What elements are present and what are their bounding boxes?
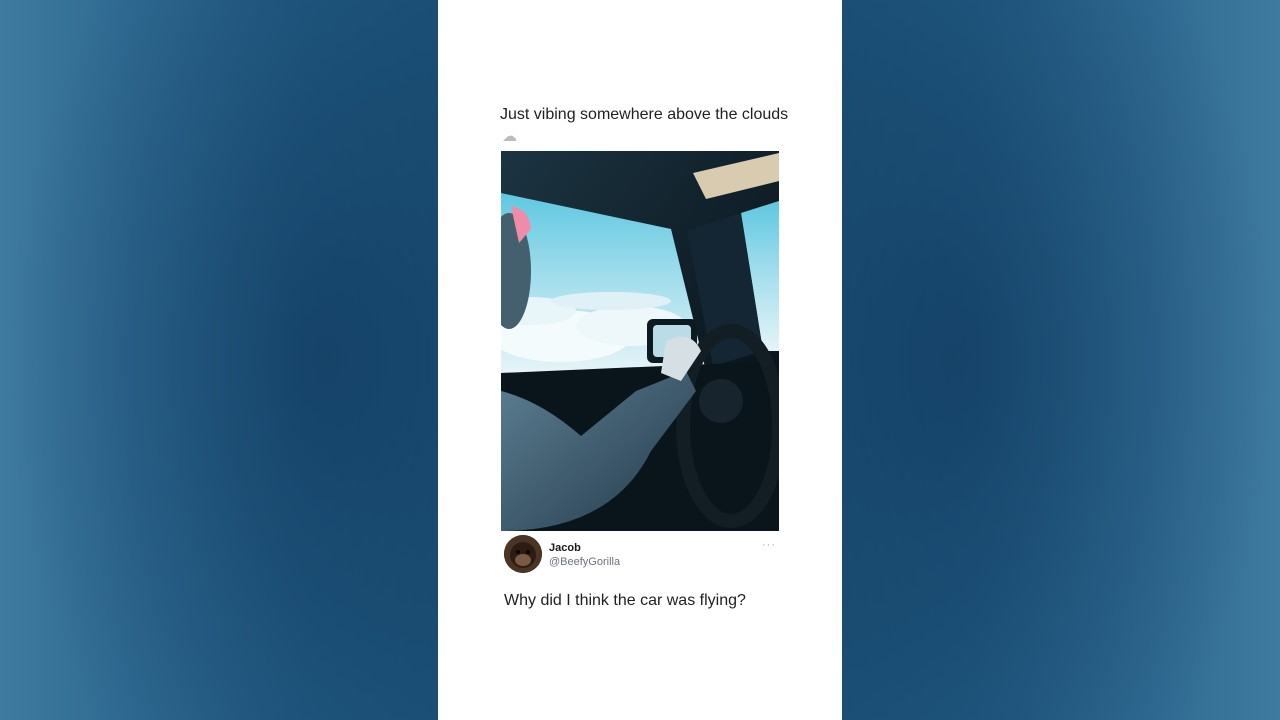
cloud-icon: ☁ — [502, 128, 517, 145]
driver-above-clouds-illustration — [501, 151, 779, 531]
reply-text: Why did I think the car was flying? — [504, 592, 746, 609]
more-options-icon[interactable]: ··· — [762, 539, 776, 551]
post-media-image[interactable] — [501, 151, 779, 531]
reply-author-handle[interactable]: @BeefyGorilla — [549, 556, 620, 568]
post-card: Just vibing somewhere above the clouds ☁ — [438, 0, 842, 720]
blurred-background-left — [0, 0, 438, 720]
video-frame: Just vibing somewhere above the clouds ☁ — [0, 0, 1280, 720]
post-text-body: Just vibing somewhere above the clouds — [500, 106, 789, 123]
blurred-background-right — [842, 0, 1280, 720]
reply-author-name[interactable]: Jacob — [549, 542, 581, 554]
avatar[interactable] — [504, 535, 542, 573]
gorilla-avatar-icon — [504, 535, 542, 573]
reply-header: Jacob @BeefyGorilla ··· — [504, 535, 784, 575]
post-text: Just vibing somewhere above the clouds ☁ — [500, 104, 790, 148]
